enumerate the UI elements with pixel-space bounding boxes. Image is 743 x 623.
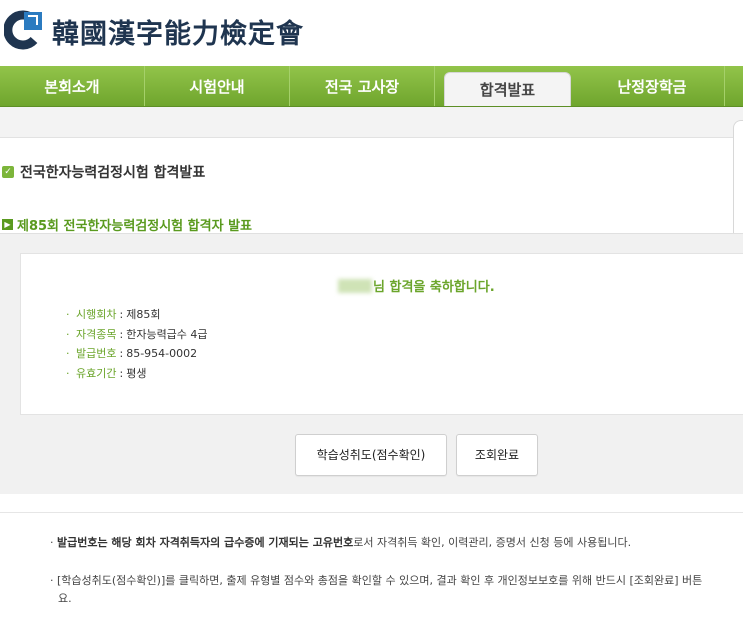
info-round-value: 제85회 — [126, 308, 161, 321]
note1-rest: 로서 자격취득 확인, 이력관리, 증명서 신청 등에 사용됩니다. — [353, 536, 632, 549]
nav-scholarship[interactable]: 난정장학금 — [580, 66, 725, 106]
result-info-list: · 시행회차 : 제85회 · 자격종목 : 한자능력급수 4급 · 발급번호 … — [66, 305, 208, 383]
info-round: · 시행회차 : 제85회 — [66, 305, 208, 325]
logo-icon[interactable] — [4, 10, 44, 52]
nav-exam-info[interactable]: 시험안내 — [145, 66, 290, 106]
page-title: ✓ 전국한자능력검정시험 합격발표 — [2, 162, 205, 182]
blurred-name — [338, 278, 372, 293]
info-round-label: 시행회차 — [76, 308, 117, 321]
info-validity: · 유효기간 : 평생 — [66, 364, 208, 384]
arrow-right-icon: ▶ — [2, 219, 13, 230]
sub-nav-band — [0, 107, 743, 138]
nav-more[interactable] — [725, 66, 743, 106]
info-grade-label: 자격종목 — [76, 327, 117, 341]
note-issue-number: · 발급번호는 해당 회차 자격취득자의 급수증에 기재되는 고유번호로서 자격… — [50, 536, 632, 549]
main-nav: 본회소개 시험안내 전국 고사장 합격발표 난정장학금 — [0, 66, 743, 107]
nav-results[interactable]: 합격발표 — [444, 72, 571, 106]
nav-test-sites[interactable]: 전국 고사장 — [290, 66, 435, 106]
info-grade-value: 한자능력급수 4급 — [126, 327, 208, 341]
info-issue-number-label: 발급번호 — [76, 347, 117, 360]
info-issue-number: · 발급번호 : 85-954-0002 — [66, 344, 208, 364]
page-subtitle-text: 제85회 전국한자능력검정시험 합격자 발표 — [17, 219, 252, 234]
done-button[interactable]: 조회완료 — [456, 434, 538, 476]
info-grade: · 자격종목 : 한자능력급수 4급 — [66, 325, 208, 345]
notes-area — [0, 512, 743, 623]
page-title-text: 전국한자능력검정시험 합격발표 — [20, 165, 206, 181]
congrats-text: 님 합격을 축하합니다. — [373, 280, 495, 295]
logo-text[interactable]: 韓國漢字能力檢定會 — [52, 12, 304, 51]
nav-results-wrap: 합격발표 — [435, 66, 580, 106]
page-subtitle: ▶ 제85회 전국한자능력검정시험 합격자 발표 — [2, 215, 252, 234]
info-validity-label: 유효기간 — [76, 366, 117, 380]
info-issue-number-value: 85-954-0002 — [126, 347, 198, 360]
note1-bold: 발급번호는 해당 회차 자격취득자의 급수증에 기재되는 고유번호 — [57, 536, 354, 549]
check-icon: ✓ — [2, 166, 14, 178]
site-header: 韓國漢字能力檢定會 — [0, 0, 743, 66]
info-validity-value: 평생 — [126, 366, 147, 380]
score-check-button[interactable]: 학습성취도(점수확인) — [295, 434, 447, 476]
note2-text: [학습성취도(점수확인)]를 클릭하면, 출제 유형별 점수와 총점을 확인할 … — [57, 574, 703, 587]
nav-about[interactable]: 본회소개 — [0, 66, 145, 106]
congrats-message: 님 합격을 축하합니다. — [338, 276, 495, 295]
note-score-check-cont: 요. — [58, 592, 72, 605]
note-score-check: · [학습성취도(점수확인)]를 클릭하면, 출제 유형별 점수와 총점을 확인… — [50, 574, 703, 587]
